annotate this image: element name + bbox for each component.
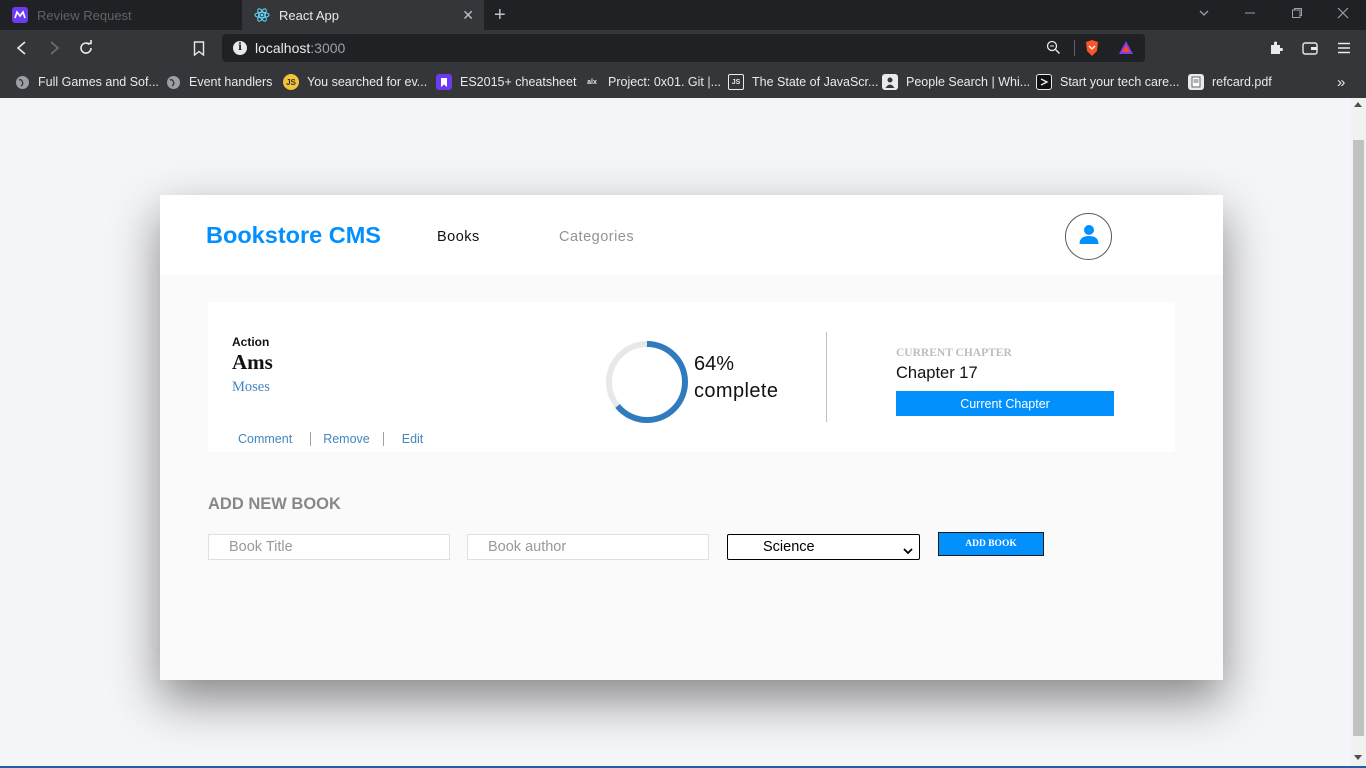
bookmark-purple-icon: [436, 74, 452, 90]
bookmark-item[interactable]: Full Games and Sof...: [14, 73, 159, 91]
microverse-icon: [12, 7, 28, 23]
address-bar[interactable]: i localhost:3000: [222, 34, 1145, 62]
book-actions: Comment Remove Edit: [238, 432, 423, 446]
more-bookmarks-button[interactable]: »: [1337, 73, 1345, 91]
bookmark-page-icon[interactable]: [189, 38, 209, 58]
brave-rewards-icon[interactable]: [1118, 40, 1134, 60]
user-icon: [1078, 223, 1100, 250]
scroll-up-arrow-icon[interactable]: [1354, 102, 1362, 107]
current-chapter-value: Chapter 17: [896, 364, 978, 382]
bookmarks-bar: Full Games and Sof... Event handlers JS …: [0, 66, 1366, 98]
bookmark-item[interactable]: Start your tech care...: [1036, 73, 1180, 91]
bookstore-panel: Bookstore CMS Books Categories Action Am…: [160, 195, 1223, 680]
category-select[interactable]: Science: [727, 534, 920, 560]
microverse-icon: [1036, 74, 1052, 90]
scrollbar-thumb[interactable]: [1353, 140, 1364, 736]
bookmark-item[interactable]: JS You searched for ev...: [283, 73, 427, 91]
page-scrollbar[interactable]: [1351, 98, 1366, 766]
progress-complete-label: complete: [694, 380, 779, 402]
bookmark-item[interactable]: refcard.pdf: [1188, 73, 1272, 91]
page-viewport: Bookstore CMS Books Categories Action Am…: [0, 98, 1366, 768]
minimize-icon[interactable]: [1244, 6, 1256, 22]
extensions-icon[interactable]: [1266, 38, 1286, 58]
js-icon: JS: [283, 74, 299, 90]
tab-title: Review Request: [37, 7, 132, 23]
book-title: Ams: [232, 350, 273, 374]
progress-percent: 64%: [694, 353, 735, 375]
scroll-down-arrow-icon[interactable]: [1354, 755, 1362, 760]
menu-icon[interactable]: [1334, 38, 1354, 58]
bookmark-item[interactable]: Event handlers: [165, 73, 272, 91]
action-divider: [310, 432, 312, 446]
nav-link-books[interactable]: Books: [437, 229, 480, 245]
current-chapter-button[interactable]: Current Chapter: [896, 391, 1114, 416]
pdf-icon: [1188, 74, 1204, 90]
brand-logo[interactable]: Bookstore CMS: [206, 222, 381, 249]
tab-review-request[interactable]: Review Request: [0, 0, 242, 30]
site-info-icon[interactable]: i: [233, 41, 247, 55]
forward-button[interactable]: [44, 38, 64, 58]
book-genre: Action: [232, 335, 270, 349]
reload-button[interactable]: [76, 38, 96, 58]
bookmark-item[interactable]: JS The State of JavaScr...: [728, 73, 878, 91]
browser-toolbar: i localhost:3000: [0, 30, 1366, 66]
close-tab-icon[interactable]: ✕: [462, 7, 474, 24]
globe-icon: [165, 74, 181, 90]
wallet-icon[interactable]: [1300, 38, 1320, 58]
new-tab-button[interactable]: +: [494, 4, 506, 27]
card-divider: [826, 332, 827, 422]
edit-button[interactable]: Edit: [402, 432, 424, 446]
comment-button[interactable]: Comment: [238, 432, 292, 446]
book-card: Action Ams Moses Comment Remove Edit 64%…: [208, 302, 1175, 452]
restore-icon[interactable]: [1291, 6, 1303, 22]
action-divider: [382, 432, 384, 446]
tab-search-icon[interactable]: [1198, 6, 1210, 22]
tab-title: React App: [279, 7, 339, 23]
bookmark-item[interactable]: ES2015+ cheatsheet: [436, 73, 576, 91]
address-url: localhost:3000: [255, 40, 346, 56]
nav-link-categories[interactable]: Categories: [559, 229, 634, 245]
brave-shield-icon[interactable]: [1084, 39, 1100, 62]
category-select-value: Science: [763, 539, 815, 555]
user-avatar-button[interactable]: [1065, 213, 1112, 260]
book-author-input[interactable]: Book author: [467, 534, 709, 560]
book-author[interactable]: Moses: [232, 379, 270, 396]
person-icon: [882, 74, 898, 90]
book-title-input[interactable]: Book Title: [208, 534, 450, 560]
back-button[interactable]: [12, 38, 32, 58]
add-book-button[interactable]: ADD BOOK: [938, 532, 1044, 556]
omnibox-separator: [1074, 40, 1075, 56]
zoom-icon[interactable]: [1046, 40, 1061, 60]
remove-button[interactable]: Remove: [323, 432, 370, 446]
chevron-down-icon: [903, 543, 913, 559]
current-chapter-heading: CURRENT CHAPTER: [896, 347, 1012, 359]
close-window-icon[interactable]: [1337, 6, 1349, 22]
app-header: Bookstore CMS Books Categories: [160, 195, 1223, 275]
alx-icon: alx: [587, 78, 597, 86]
react-icon: [254, 7, 270, 23]
globe-icon: [14, 74, 30, 90]
bookmark-item[interactable]: alx Project: 0x01. Git |...: [584, 73, 721, 91]
add-new-book-heading: ADD NEW BOOK: [208, 495, 341, 513]
tab-react-app[interactable]: React App ✕: [242, 0, 484, 30]
progress-ring: [602, 337, 692, 427]
bookmark-item[interactable]: People Search | Whi...: [882, 73, 1030, 91]
js-box-icon: JS: [728, 74, 744, 90]
browser-tab-bar: Review Request React App ✕ +: [0, 0, 1366, 30]
